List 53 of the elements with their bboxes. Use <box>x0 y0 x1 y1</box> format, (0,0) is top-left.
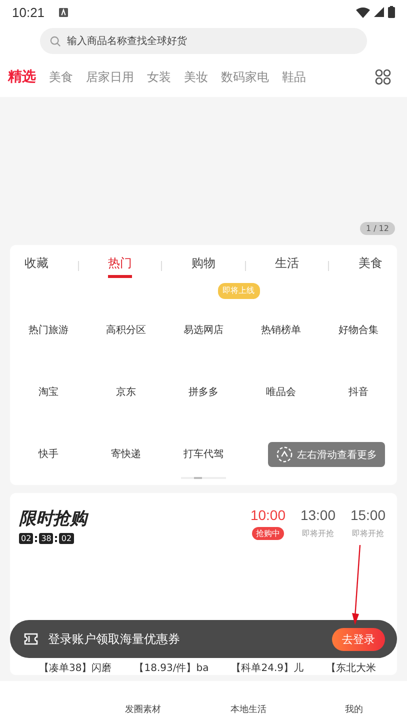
sale-session[interactable]: 13:00 即将开抢 <box>298 507 338 544</box>
product-title[interactable]: 【东北大米 <box>326 662 376 675</box>
countdown-digits: 02 <box>59 533 74 544</box>
product-title[interactable]: 【科单24.9】儿 <box>231 662 304 675</box>
category-tab[interactable]: 鞋品 <box>282 68 306 86</box>
nav-tab[interactable]: 本地生活 <box>196 688 302 716</box>
service-item[interactable]: 好物合集 <box>320 323 397 337</box>
signal-icon <box>374 7 384 17</box>
nav-tab[interactable]: 发圈素材 <box>90 688 196 716</box>
service-item[interactable]: 热门旅游 <box>10 323 88 337</box>
category-tab[interactable]: 女装 <box>147 68 171 86</box>
grid-menu-icon[interactable] <box>375 69 391 85</box>
service-item[interactable]: 易选网店 <box>164 323 242 337</box>
category-tab[interactable]: 美食 <box>49 68 73 86</box>
service-item[interactable]: 热销榜单 <box>242 323 320 337</box>
service-item[interactable]: 京东 <box>87 385 165 399</box>
service-tab[interactable]: 生活 <box>274 254 299 278</box>
swipe-hint-text: 左右滑动查看更多 <box>297 448 377 462</box>
swipe-icon <box>276 446 293 463</box>
product-title[interactable]: 【凑单38】闪磨 <box>39 662 112 675</box>
coupon-icon <box>24 633 38 645</box>
banner-counter: 1 / 12 <box>360 222 395 235</box>
nav-tab[interactable]: 我的 <box>301 688 407 716</box>
wifi-icon <box>356 6 370 18</box>
service-item[interactable]: 拼多多 <box>164 385 242 399</box>
battery-icon <box>388 6 395 18</box>
category-tab[interactable]: 数码家电 <box>221 68 269 86</box>
service-tab[interactable]: 美食 <box>358 254 382 278</box>
category-tab[interactable]: 美妆 <box>184 68 208 86</box>
service-item[interactable]: 高积分区 <box>87 323 165 337</box>
service-item[interactable]: 抖音 <box>320 385 397 399</box>
login-banner-text: 登录账户领取海量优惠券 <box>48 630 181 648</box>
service-item[interactable]: 唯品会 <box>242 385 320 399</box>
service-item[interactable]: 打车代驾 <box>164 447 242 461</box>
product-title[interactable]: 【18.93/件】ba <box>134 662 209 675</box>
notification-icon <box>58 8 68 16</box>
service-item[interactable]: 快手 <box>10 447 88 461</box>
search-icon <box>50 36 61 47</box>
status-time: 10:21 <box>12 4 45 20</box>
category-tab[interactable]: 精选 <box>8 68 36 86</box>
coming-soon-badge: 即将上线 <box>218 283 260 299</box>
service-tab[interactable]: 收藏 <box>24 254 49 278</box>
sale-session[interactable]: 10:00 抢购中 <box>248 507 288 544</box>
service-tab[interactable]: 购物 <box>191 254 216 278</box>
service-item[interactable]: 寄快递 <box>87 447 165 461</box>
countdown-digits: 38 <box>39 533 54 544</box>
category-tab[interactable]: 居家日用 <box>86 68 134 86</box>
flash-sale-title: 限时抢购 <box>19 508 87 530</box>
sale-session[interactable]: 15:00 即将开抢 <box>348 507 388 544</box>
search-field[interactable]: 输入商品名称查找全球好货 <box>40 28 367 54</box>
service-tab[interactable]: 热门 <box>108 254 132 278</box>
service-item[interactable]: 淘宝 <box>10 385 88 399</box>
countdown-digits: 02 <box>19 533 34 544</box>
